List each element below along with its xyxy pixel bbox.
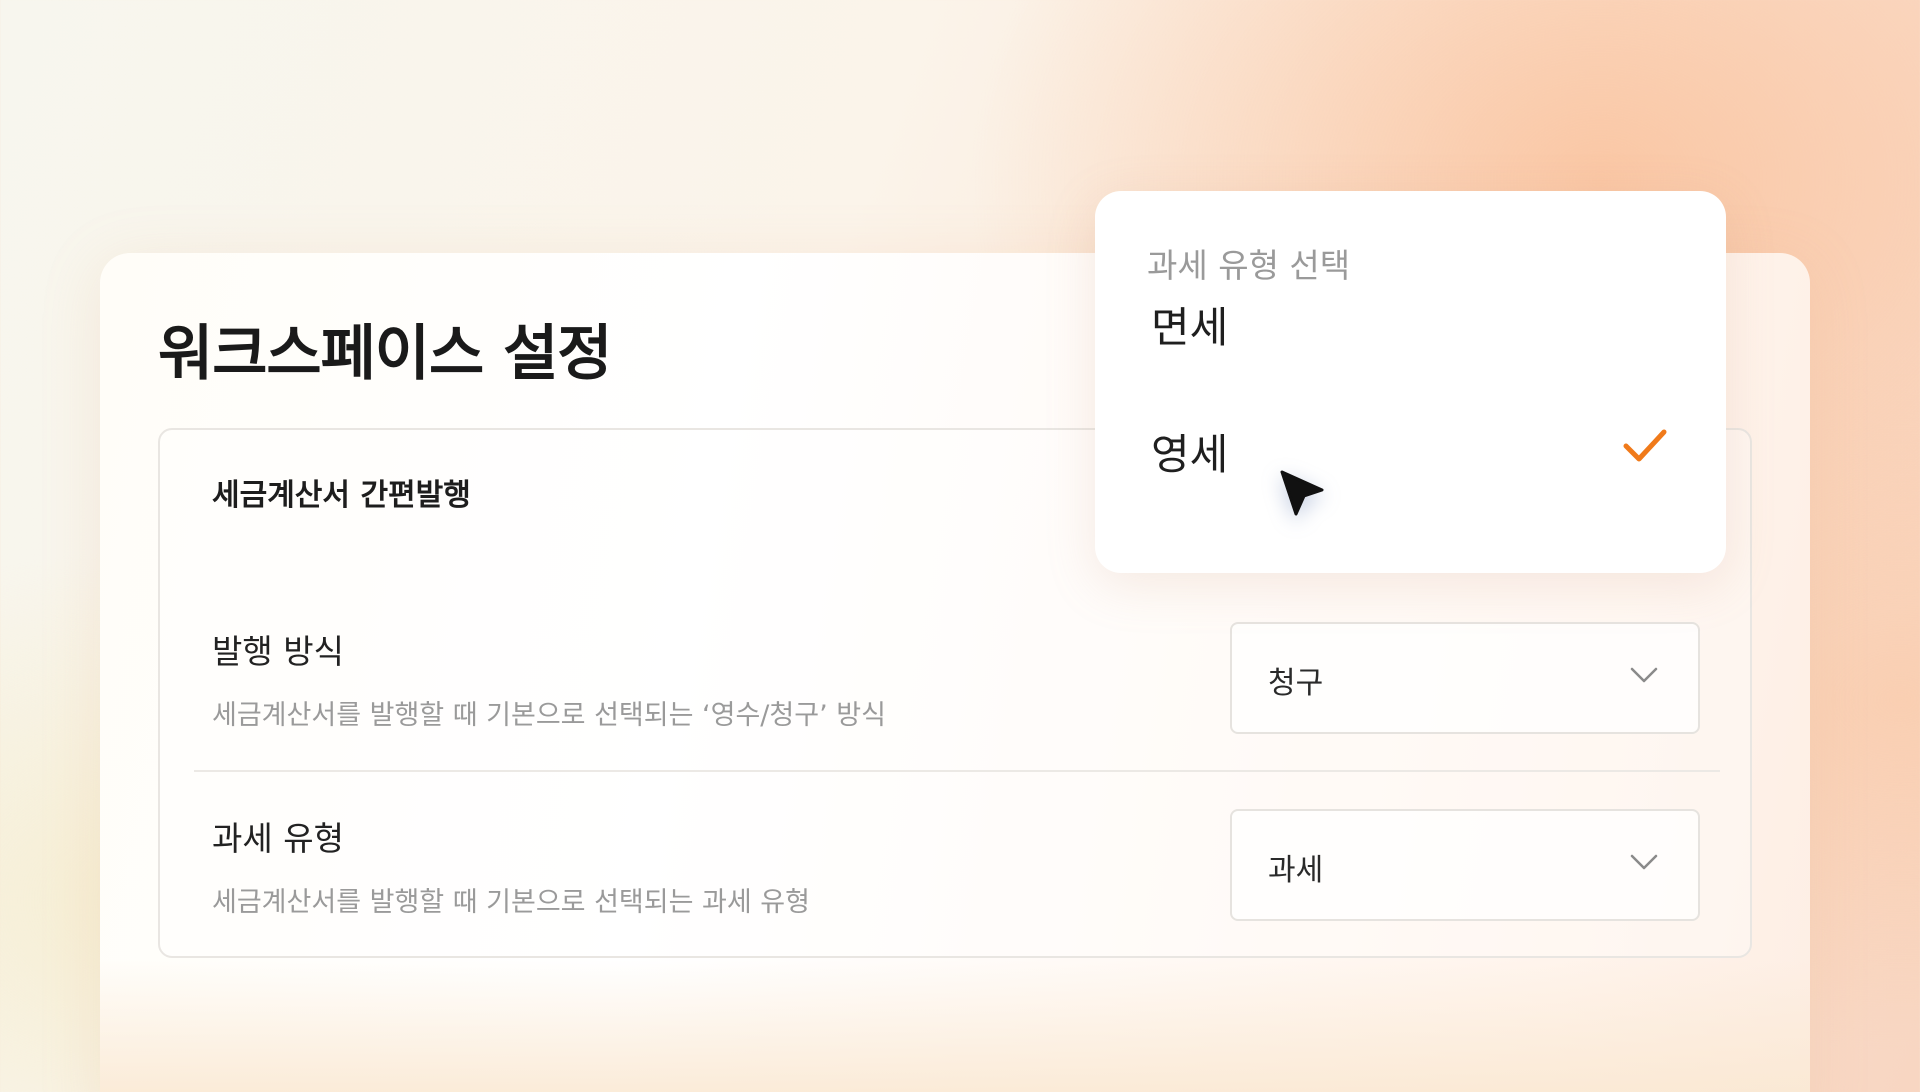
- section-title: 세금계산서 간편발행: [212, 478, 471, 513]
- tax-type-label: 과세 유형: [212, 819, 344, 858]
- issue-method-value: 청구: [1268, 666, 1324, 701]
- page-title: 워크스페이스 설정: [158, 319, 612, 389]
- tax-type-select[interactable]: 과세: [1230, 809, 1700, 921]
- option-label: 면세: [1151, 303, 1229, 352]
- issue-method-label: 발행 방식: [212, 632, 344, 671]
- mouse-pointer-icon: [1280, 470, 1324, 516]
- check-icon: [1623, 429, 1667, 462]
- chevron-down-icon: [1630, 854, 1658, 870]
- tax-type-description: 세금계산서를 발행할 때 기본으로 선택되는 과세 유형: [212, 887, 810, 918]
- issue-method-description: 세금계산서를 발행할 때 기본으로 선택되는 ‘영수/청구’ 방식: [212, 700, 886, 731]
- row-divider: [194, 770, 1720, 772]
- issue-method-select[interactable]: 청구: [1230, 622, 1700, 734]
- option-tax-exempt[interactable]: 면세: [1095, 264, 1726, 374]
- tax-type-value: 과세: [1268, 853, 1324, 888]
- option-zero-rated[interactable]: 영세: [1095, 391, 1726, 501]
- option-label: 영세: [1151, 430, 1229, 479]
- chevron-down-icon: [1630, 667, 1658, 683]
- tax-type-dropdown: 과세 유형 선택 면세 영세: [1095, 191, 1726, 573]
